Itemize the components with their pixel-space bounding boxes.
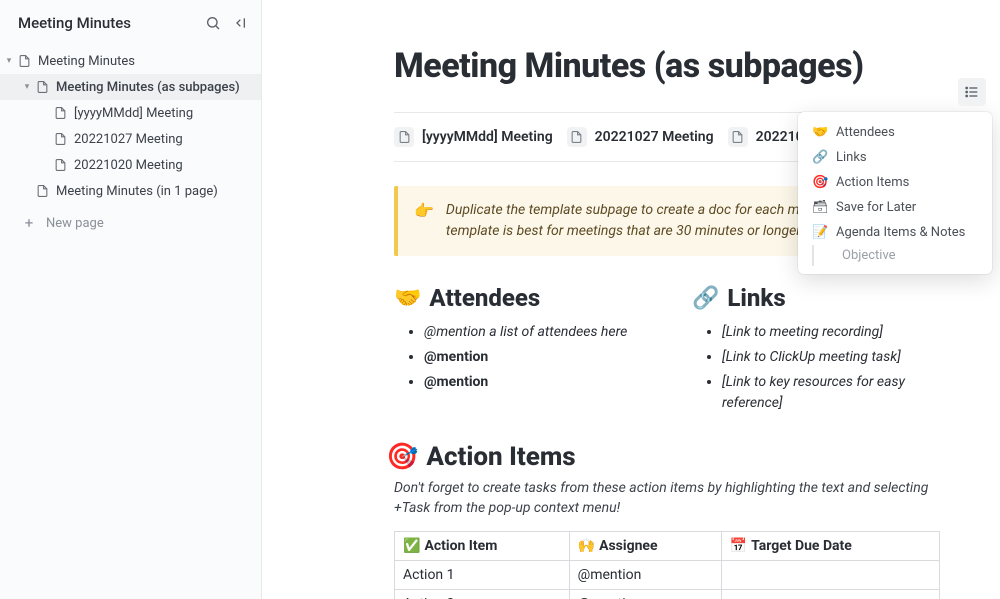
subpage-link[interactable]: 20221027 Meeting [567,127,714,147]
table-cell[interactable] [721,589,939,599]
search-icon[interactable] [205,15,221,31]
outline-item-label: Action Items [836,175,909,190]
outline-item[interactable]: 📝 Agenda Items & Notes [798,220,992,245]
links-heading: Links [727,284,785,312]
plus-icon: + [22,216,36,231]
doc-icon [52,158,68,172]
list-item[interactable]: @mention [424,347,642,368]
table-header: 🙌Assignee [569,531,721,560]
list-item[interactable]: [Link to ClickUp meeting task] [722,347,940,368]
doc-icon [728,127,748,147]
outline-item-label: Save for Later [836,200,916,215]
attendees-section: 🤝 Attendees @mention a list of attendees… [394,284,642,418]
page-tree: ▾ Meeting Minutes ▾ Meeting Minutes (as sub… [0,44,261,208]
tree-item[interactable]: [yyyyMMdd] Meeting [0,100,261,126]
tree-item[interactable]: Meeting Minutes (in 1 page) [0,178,261,204]
outline-emoji-icon: 🎯 [812,175,828,190]
outline-emoji-icon: 🔗 [812,150,828,165]
outline-item[interactable]: 🔗 Links [798,145,992,170]
tree-item-label: [yyyyMMdd] Meeting [74,106,193,121]
doc-icon [52,106,68,120]
list-item[interactable]: @mention [424,372,642,393]
tree-item-label: 20221020 Meeting [74,158,183,173]
link-icon: 🔗 [692,286,719,311]
chevron-down-icon[interactable]: ▾ [20,82,34,92]
new-page-button[interactable]: + New page [0,208,261,239]
list-item[interactable]: @mention a list of attendees here [424,322,642,343]
table-header: ✅Action Item [395,531,570,560]
table-header: 📅Target Due Date [721,531,939,560]
doc-icon [34,80,50,94]
page-title: Meeting Minutes (as subpages) [394,46,940,86]
doc-icon [52,132,68,146]
action-items-heading: Action Items [426,442,575,472]
outline-item[interactable]: 🎯 Action Items [798,170,992,195]
list-item[interactable]: [Link to key resources for easy referenc… [722,372,940,414]
outline-item[interactable]: 🤝 Attendees [798,120,992,145]
outline-item-label: Agenda Items & Notes [836,225,965,240]
subpage-link[interactable]: [yyyyMMdd] Meeting [394,127,553,147]
new-page-label: New page [46,216,104,231]
table-cell[interactable]: Action 1 [395,560,570,589]
attendees-heading: Attendees [429,284,540,312]
outline-item-label: Objective [842,248,896,263]
chevron-down-icon[interactable]: ▾ [2,56,16,66]
tree-item-label: Meeting Minutes [38,54,135,69]
pointing-right-icon: 👉 [414,200,434,242]
sidebar: Meeting Minutes ▾ Meeting Minutes ▾ Meeting… [0,0,262,599]
outline-item-label: Attendees [836,125,895,140]
sidebar-header: Meeting Minutes [0,0,261,44]
outline-toggle-button[interactable] [958,78,986,106]
outline-item[interactable]: Objective [812,245,992,266]
tree-item-label: Meeting Minutes (as subpages) [56,80,240,95]
outline-emoji-icon: 📝 [812,225,828,240]
target-icon: 🎯 [386,442,418,472]
outline-item[interactable]: 🗃 Save for Later [798,195,992,220]
outline-item-label: Links [836,150,867,165]
outline-emoji-icon: 🤝 [812,125,828,140]
doc-icon [16,54,32,68]
doc-icon [567,127,587,147]
table-row[interactable]: Action 1@mention [395,560,940,589]
doc-icon [394,127,414,147]
table-cell[interactable] [721,560,939,589]
collapse-sidebar-icon[interactable] [233,15,249,31]
links-section: 🔗 Links [Link to meeting recording][Link… [692,284,940,418]
outline-panel: 🤝 Attendees 🔗 Links 🎯 Action Items 🗃 Save for L… [798,112,992,274]
table-cell[interactable]: @mention [569,560,721,589]
action-items-table: ✅Action Item🙌Assignee📅Target Due Date Ac… [394,531,940,599]
document: Meeting Minutes (as subpages) [yyyyMMdd]… [262,0,1000,599]
main-area: 🤝 Attendees 🔗 Links 🎯 Action Items 🗃 Save for L… [262,0,1000,599]
tree-item-label: 20221027 Meeting [74,132,183,147]
tree-item[interactable]: 20221020 Meeting [0,152,261,178]
tree-item-label: Meeting Minutes (in 1 page) [56,184,218,199]
subpage-label: 20221027 Meeting [595,129,714,145]
subpage-label: [yyyyMMdd] Meeting [422,129,553,145]
workspace-title: Meeting Minutes [18,14,205,32]
table-row[interactable]: Action 2@mention [395,589,940,599]
tree-item[interactable]: ▾ Meeting Minutes [0,48,261,74]
table-cell[interactable]: Action 2 [395,589,570,599]
list-item[interactable]: [Link to meeting recording] [722,322,940,343]
doc-icon [34,184,50,198]
links-list: [Link to meeting recording] [Link to Clic… [692,322,940,414]
tree-item[interactable]: 20221027 Meeting [0,126,261,152]
table-cell[interactable]: @mention [569,589,721,599]
attendees-list: @mention a list of attendees here @mentio… [394,322,642,393]
outline-emoji-icon: 🗃 [812,200,828,215]
handshake-icon: 🤝 [394,286,421,311]
tree-item[interactable]: ▾ Meeting Minutes (as subpages) [0,74,261,100]
action-items-subtext: Don't forget to create tasks from these … [394,478,940,519]
